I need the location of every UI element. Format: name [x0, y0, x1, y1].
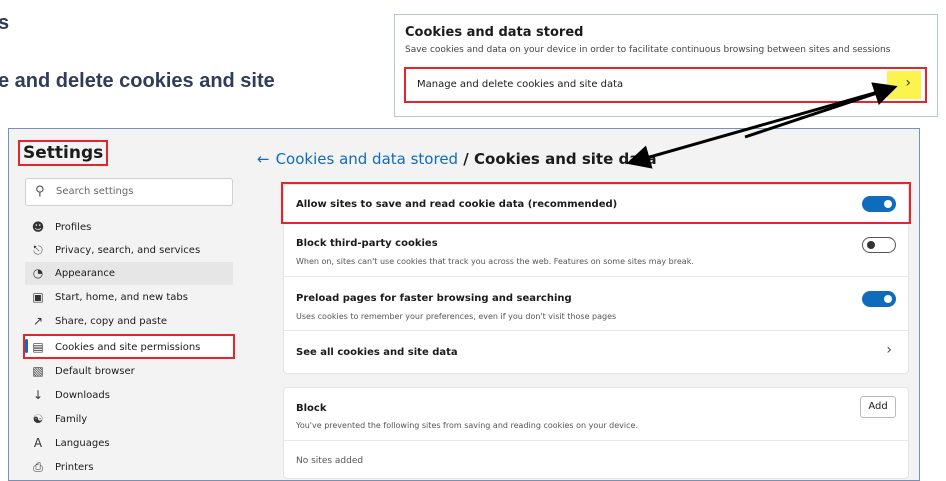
setting-row-see-all-cookies[interactable]: See all cookies and site data › [284, 331, 908, 374]
manage-cookies-row[interactable]: Manage and delete cookies and site data … [404, 67, 927, 103]
sidebar-item-profiles[interactable]: ☻ Profiles [25, 216, 233, 239]
breadcrumb-separator: / [458, 150, 475, 168]
breadcrumb-parent-link[interactable]: Cookies and data stored [276, 150, 459, 168]
annotation-highlight-box [281, 182, 911, 224]
sidebar-item-label: Languages [55, 438, 110, 449]
sidebar-item-cookies[interactable]: ▤ Cookies and site permissions [23, 334, 235, 359]
sidebar-item-printers[interactable]: ⎙ Printers [25, 456, 233, 479]
profile-icon: ☻ [31, 220, 45, 234]
document-heading-fragment: s [0, 12, 10, 34]
browser-icon: ▧ [32, 364, 44, 378]
sidebar-item-label: Appearance [55, 268, 116, 279]
sidebar-item-family[interactable]: ☯ Family [25, 408, 233, 431]
block-description: You've prevented the following sites fro… [296, 421, 638, 430]
setting-title: See all cookies and site data [296, 347, 458, 358]
share-icon: ↗ [32, 314, 44, 328]
setting-description: Uses cookies to remember your preference… [296, 312, 617, 321]
chevron-right-icon[interactable]: › [905, 75, 911, 91]
block-header-row: Block You've prevented the following sit… [284, 388, 908, 441]
sidebar-item-label: Default browser [55, 366, 135, 377]
search-placeholder: Search settings [56, 186, 134, 197]
sidebar-item-label: Cookies and site permissions [55, 342, 201, 353]
preload-toggle[interactable] [862, 291, 896, 307]
lock-icon: ⎋ [33, 243, 43, 257]
sidebar-item-languages[interactable]: A Languages [25, 432, 233, 455]
setting-title: Preload pages for faster browsing and se… [296, 293, 572, 304]
settings-title: Settings [18, 140, 109, 166]
download-icon: ↓ [32, 388, 44, 402]
setting-title: Block third-party cookies [296, 238, 438, 249]
printer-icon: ⎙ [33, 460, 43, 474]
highlight-marker [887, 71, 921, 99]
document-step-fragment: e and delete cookies and site [0, 70, 275, 92]
manage-cookies-label: Manage and delete cookies and site data [417, 79, 624, 90]
main-content: ← Cookies and data stored / Cookies and s… [243, 129, 919, 480]
appearance-icon: ◔ [32, 266, 44, 280]
block-empty-row: No sites added [284, 441, 908, 479]
page-title: Cookies and site data [474, 150, 657, 168]
sidebar-item-label: Privacy, search, and services [55, 245, 201, 256]
sidebar-item-start[interactable]: ▣ Start, home, and new tabs [25, 286, 233, 309]
cookies-icon: ▤ [32, 340, 44, 354]
sidebar: Settings ⚲ Search settings ☻ Profiles ⎋ … [9, 129, 243, 480]
sidebar-item-appearance[interactable]: ◔ Appearance [25, 262, 233, 285]
inset-screenshot: Cookies and data stored Save cookies and… [394, 14, 938, 117]
setting-row-preload: Preload pages for faster browsing and se… [284, 277, 908, 331]
languages-icon: A [33, 436, 43, 450]
sidebar-item-label: Start, home, and new tabs [55, 292, 188, 303]
sidebar-item-label: Family [55, 414, 88, 425]
block-title: Block [296, 403, 327, 414]
add-button[interactable]: Add [860, 396, 896, 418]
breadcrumb: ← Cookies and data stored / Cookies and s… [257, 150, 657, 168]
sidebar-item-label: Share, copy and paste [55, 316, 168, 327]
inset-title: Cookies and data stored [405, 25, 584, 40]
sidebar-item-downloads[interactable]: ↓ Downloads [25, 384, 233, 407]
family-icon: ☯ [32, 412, 44, 426]
sidebar-item-label: Printers [55, 462, 94, 473]
setting-description: When on, sites can't use cookies that tr… [296, 257, 694, 266]
search-input[interactable]: ⚲ Search settings [25, 178, 233, 206]
back-arrow-icon[interactable]: ← [257, 150, 270, 168]
sidebar-item-privacy[interactable]: ⎋ Privacy, search, and services [25, 239, 233, 262]
block-card: Block You've prevented the following sit… [283, 387, 909, 479]
sidebar-item-label: Downloads [55, 390, 110, 401]
search-icon: ⚲ [35, 184, 45, 199]
start-icon: ▣ [32, 290, 44, 304]
sidebar-item-default-browser[interactable]: ▧ Default browser [25, 360, 233, 383]
setting-row-block-third-party: Block third-party cookies When on, sites… [284, 223, 908, 277]
empty-state-text: No sites added [296, 456, 364, 466]
settings-window: Settings ⚲ Search settings ☻ Profiles ⎋ … [8, 128, 920, 481]
block-third-party-toggle[interactable] [862, 237, 896, 253]
inset-description: Save cookies and data on your device in … [405, 45, 891, 55]
chevron-right-icon[interactable]: › [886, 342, 892, 358]
sidebar-item-share[interactable]: ↗ Share, copy and paste [25, 310, 233, 333]
sidebar-item-label: Profiles [55, 222, 92, 233]
